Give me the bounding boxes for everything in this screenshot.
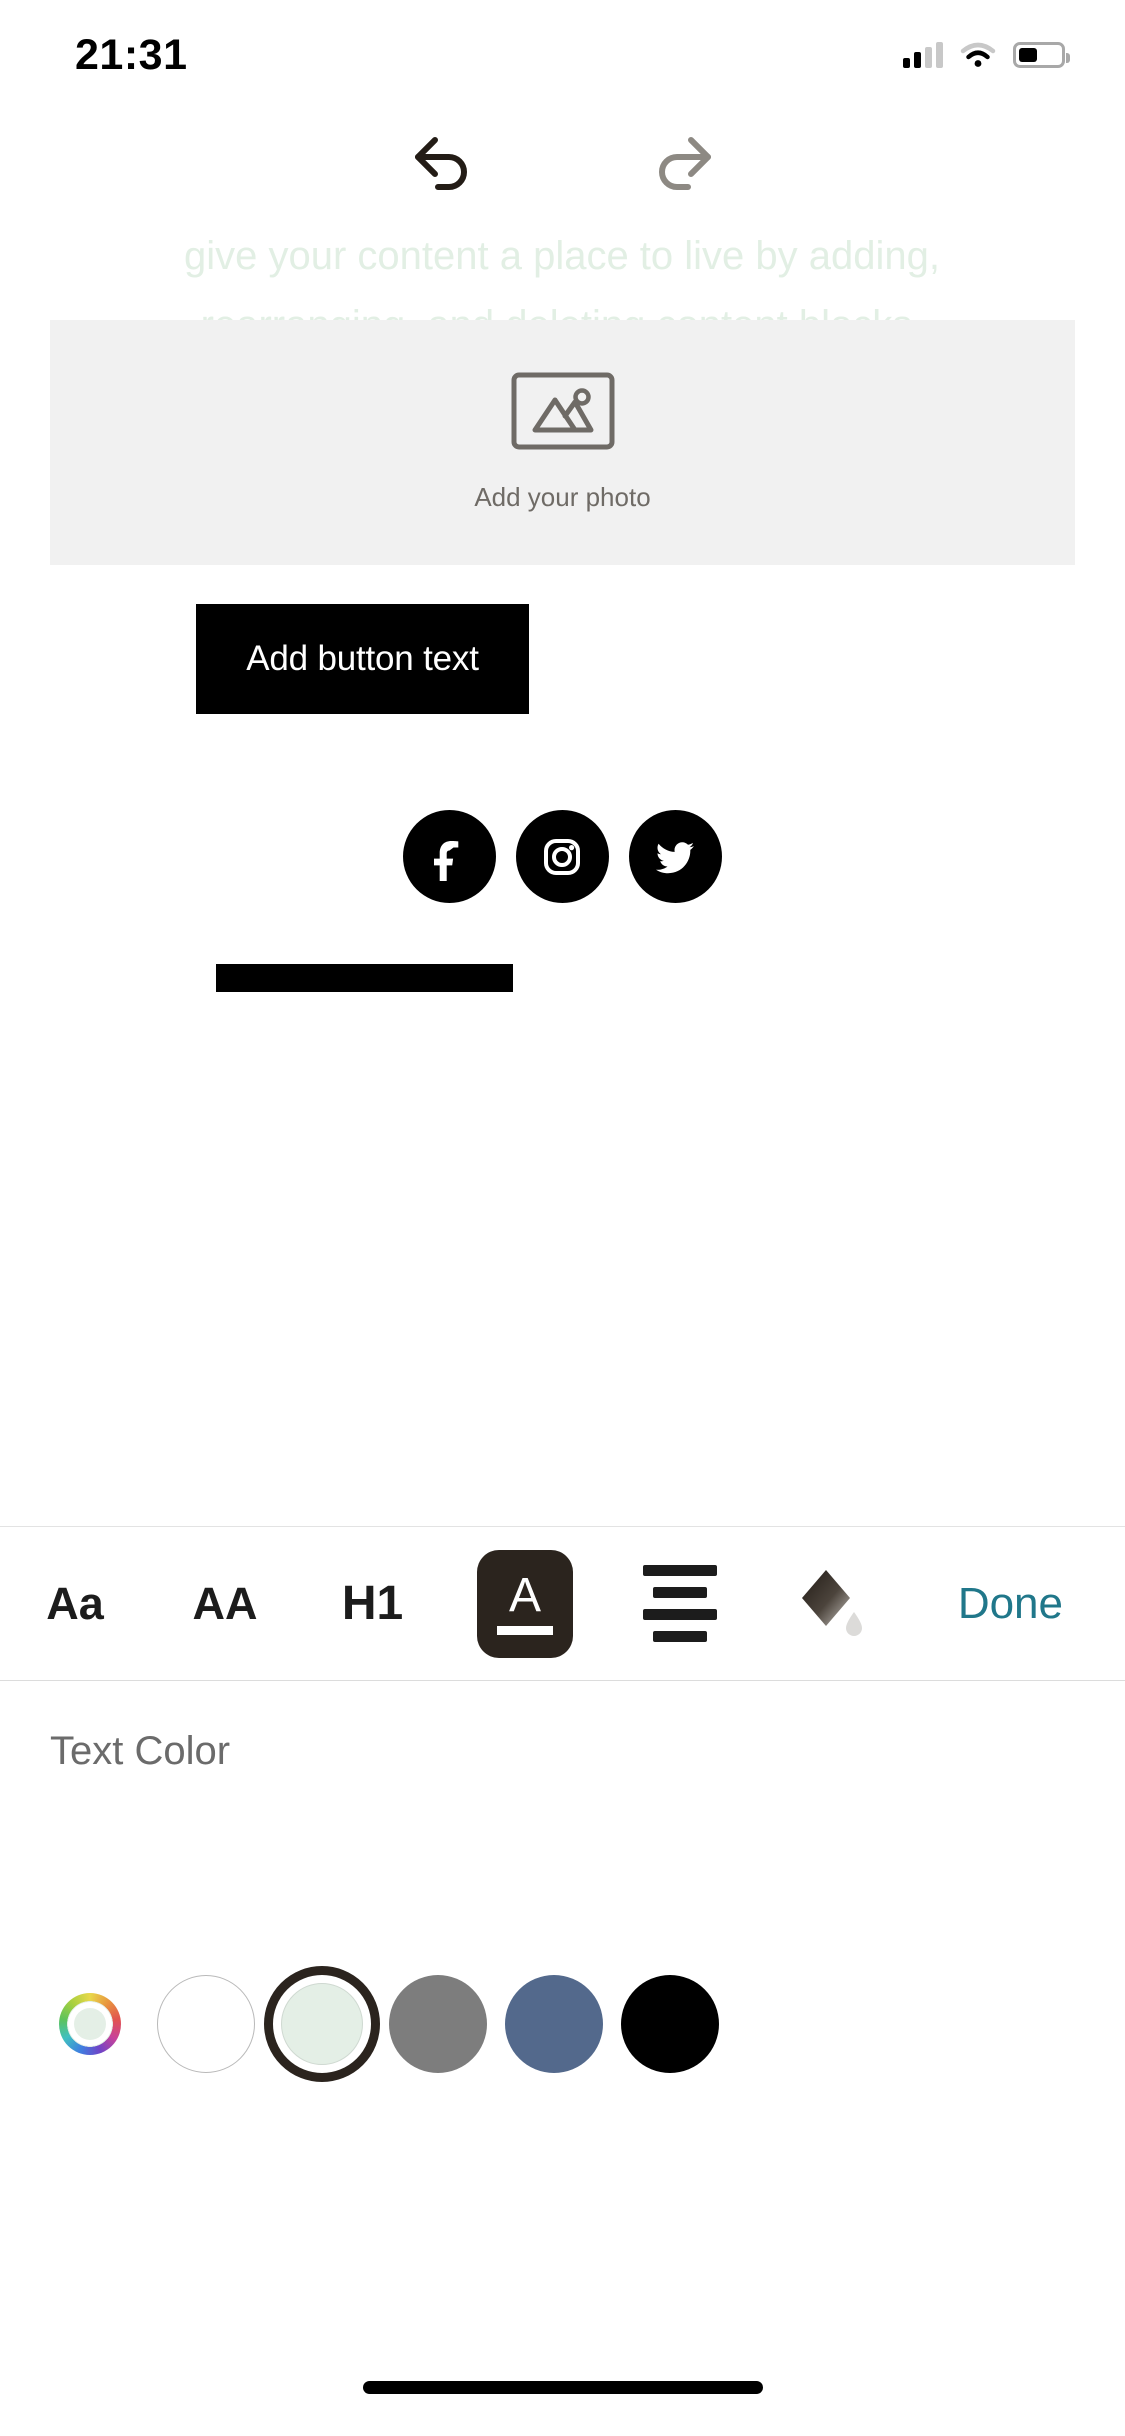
- divider-block[interactable]: [216, 964, 513, 992]
- text-align-icon: [643, 1565, 717, 1642]
- image-placeholder-icon: [511, 372, 614, 450]
- paint-bucket-icon: [802, 1569, 862, 1636]
- instagram-icon: [544, 838, 580, 875]
- page-content: give your content a place to live by add…: [22, 222, 1102, 1565]
- fill-color-button[interactable]: [755, 1526, 905, 1681]
- text-align-button[interactable]: [605, 1526, 755, 1681]
- twitter-icon: [656, 841, 695, 873]
- social-link-twitter[interactable]: [628, 810, 722, 903]
- undo-button[interactable]: [398, 120, 488, 210]
- text-color-glyph: A: [508, 1569, 541, 1622]
- swatch-dot: [281, 1983, 363, 2065]
- color-swatch-slate-blue[interactable]: [496, 1944, 612, 2104]
- format-toolbar: Aa AA H1 A Done: [0, 1526, 1125, 1681]
- undo-arrow-icon: [414, 137, 467, 190]
- done-button[interactable]: Done: [958, 1526, 1063, 1681]
- facebook-icon: [434, 840, 459, 881]
- heading-one-button[interactable]: H1: [300, 1526, 445, 1681]
- color-swatch-white[interactable]: [148, 1944, 264, 2104]
- social-link-facebook[interactable]: [402, 810, 496, 903]
- color-swatch-custom-wheel[interactable]: [32, 1944, 148, 2104]
- redo-button[interactable]: [638, 120, 728, 210]
- image-block-label: Add your photo: [474, 482, 651, 512]
- wifi-icon: [960, 42, 996, 67]
- swatch-selected-ring: [264, 1966, 380, 2082]
- color-panel-title: Text Color: [50, 1729, 231, 1773]
- color-swatch-gray[interactable]: [380, 1944, 496, 2104]
- color-swatch-row: [0, 1944, 1125, 2104]
- history-toolbar: [0, 110, 1125, 220]
- heading-one-label: H1: [341, 1577, 404, 1630]
- battery-icon: [1013, 42, 1070, 68]
- app-screen: 21:31 give your content a place to live …: [0, 0, 1125, 2436]
- social-links-block[interactable]: [22, 810, 1102, 903]
- font-size-button[interactable]: AA: [150, 1526, 300, 1681]
- swatch-dot: [621, 1975, 719, 2073]
- button-block-label: Add button text: [246, 639, 479, 678]
- social-link-instagram[interactable]: [515, 810, 609, 903]
- cellular-signal-icon: [903, 42, 943, 68]
- font-size-label: AA: [192, 1577, 258, 1629]
- color-panel: Text Color: [0, 1681, 1125, 2293]
- editor-canvas[interactable]: give your content a place to live by add…: [0, 222, 1125, 1565]
- status-bar: 21:31: [0, 0, 1125, 110]
- text-color-underline: [497, 1626, 553, 1635]
- image-block[interactable]: Add your photo: [50, 320, 1075, 565]
- button-block[interactable]: Add button text: [196, 604, 529, 714]
- status-time: 21:31: [75, 30, 188, 79]
- swatch-dot: [157, 1975, 255, 2073]
- font-family-button[interactable]: Aa: [0, 1526, 150, 1681]
- status-indicators: [903, 42, 1070, 68]
- color-wheel-icon: [59, 1993, 121, 2055]
- text-color-button[interactable]: A: [445, 1526, 605, 1681]
- home-indicator[interactable]: [362, 2381, 763, 2394]
- swatch-dot: [389, 1975, 487, 2073]
- done-label: Done: [957, 1578, 1063, 1628]
- color-swatch-black[interactable]: [612, 1944, 728, 2104]
- redo-arrow-icon: [658, 137, 711, 190]
- swatch-dot: [505, 1975, 603, 2073]
- text-color-icon: A: [477, 1549, 573, 1658]
- color-swatch-pale-green[interactable]: [264, 1944, 380, 2104]
- font-family-label: Aa: [46, 1577, 104, 1629]
